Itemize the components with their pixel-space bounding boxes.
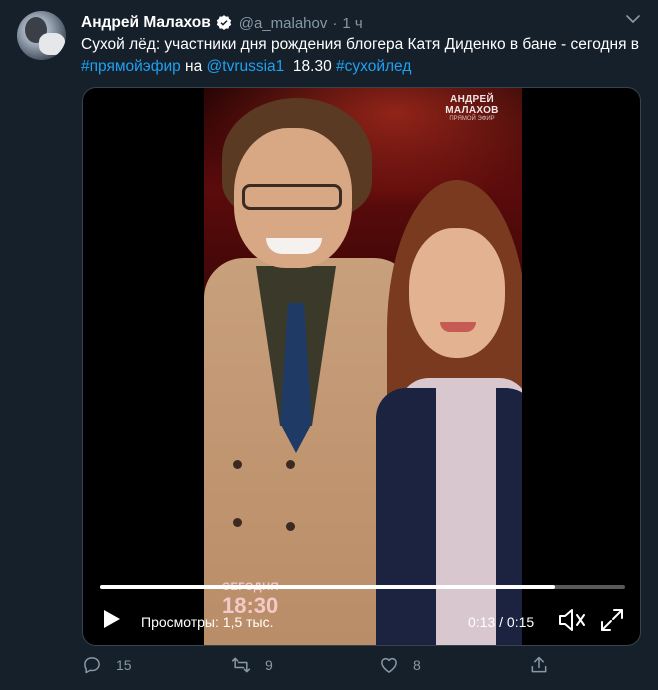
chevron-down-icon[interactable] (624, 10, 642, 28)
jacket-button (233, 518, 242, 527)
man-glasses (242, 184, 342, 210)
play-icon[interactable] (99, 607, 123, 631)
progress-fill (100, 585, 556, 589)
show-logo: АНДРЕЙ МАЛАХОВ ПРЯМОЙ ЭФИР (426, 94, 518, 122)
woman-face (409, 228, 505, 358)
verified-badge-icon (216, 15, 231, 30)
woman-jacket (376, 388, 436, 645)
reply-count: 15 (116, 657, 132, 673)
retweet-count: 9 (265, 657, 273, 673)
like-icon (381, 657, 397, 673)
video-player[interactable]: АНДРЕЙ МАЛАХОВ ПРЯМОЙ ЭФИР СЕГОДНЯ 18:30… (82, 87, 641, 646)
retweet-button[interactable]: 9 (231, 655, 273, 675)
tweet-header: Андрей Малахов @a_malahov · 1 ч (81, 12, 363, 34)
tweet-time[interactable]: 1 ч (342, 15, 362, 32)
hashtag-link[interactable]: #сухойлед (336, 58, 411, 75)
tweet-text: Сухой лёд: участники дня рождения блогер… (81, 34, 641, 78)
woman-jacket (496, 388, 522, 645)
text-part: на (180, 58, 207, 75)
avatar-part (39, 33, 65, 55)
share-icon (531, 656, 547, 673)
hashtag-link[interactable]: #прямойэфир (81, 58, 181, 75)
timecode: 0:13 / 0:15 (468, 614, 535, 630)
jacket-button (286, 522, 295, 531)
retweet-icon (231, 657, 251, 673)
tweet-actions: 15 9 8 (82, 655, 552, 681)
like-count: 8 (413, 657, 421, 673)
jacket-button (286, 460, 295, 469)
mention-link[interactable]: @tvrussia1 (207, 58, 285, 75)
progress-bar[interactable] (100, 585, 625, 589)
views-count: Просмотры: 1,5 тыс. (141, 614, 274, 630)
jacket-button (233, 460, 242, 469)
share-button[interactable] (529, 655, 563, 675)
author-name[interactable]: Андрей Малахов (81, 14, 211, 32)
like-button[interactable]: 8 (379, 655, 421, 675)
author-handle[interactable]: @a_malahov (239, 15, 328, 32)
video-frame: АНДРЕЙ МАЛАХОВ ПРЯМОЙ ЭФИР СЕГОДНЯ 18:30 (204, 88, 522, 645)
reply-button[interactable]: 15 (82, 655, 132, 675)
avatar[interactable] (17, 11, 66, 60)
text-part: 18.30 (284, 58, 337, 75)
woman-lips (440, 322, 476, 332)
show-logo-subtitle: ПРЯМОЙ ЭФИР (449, 116, 495, 122)
separator-dot: · (332, 14, 338, 32)
fullscreen-icon[interactable] (599, 607, 625, 633)
text-part: Сухой лёд: участники дня рождения блогер… (81, 36, 640, 53)
show-logo-title: АНДРЕЙ МАЛАХОВ (445, 94, 499, 116)
volume-icon[interactable] (557, 607, 587, 633)
man-smile (266, 238, 322, 254)
reply-icon (84, 657, 100, 674)
